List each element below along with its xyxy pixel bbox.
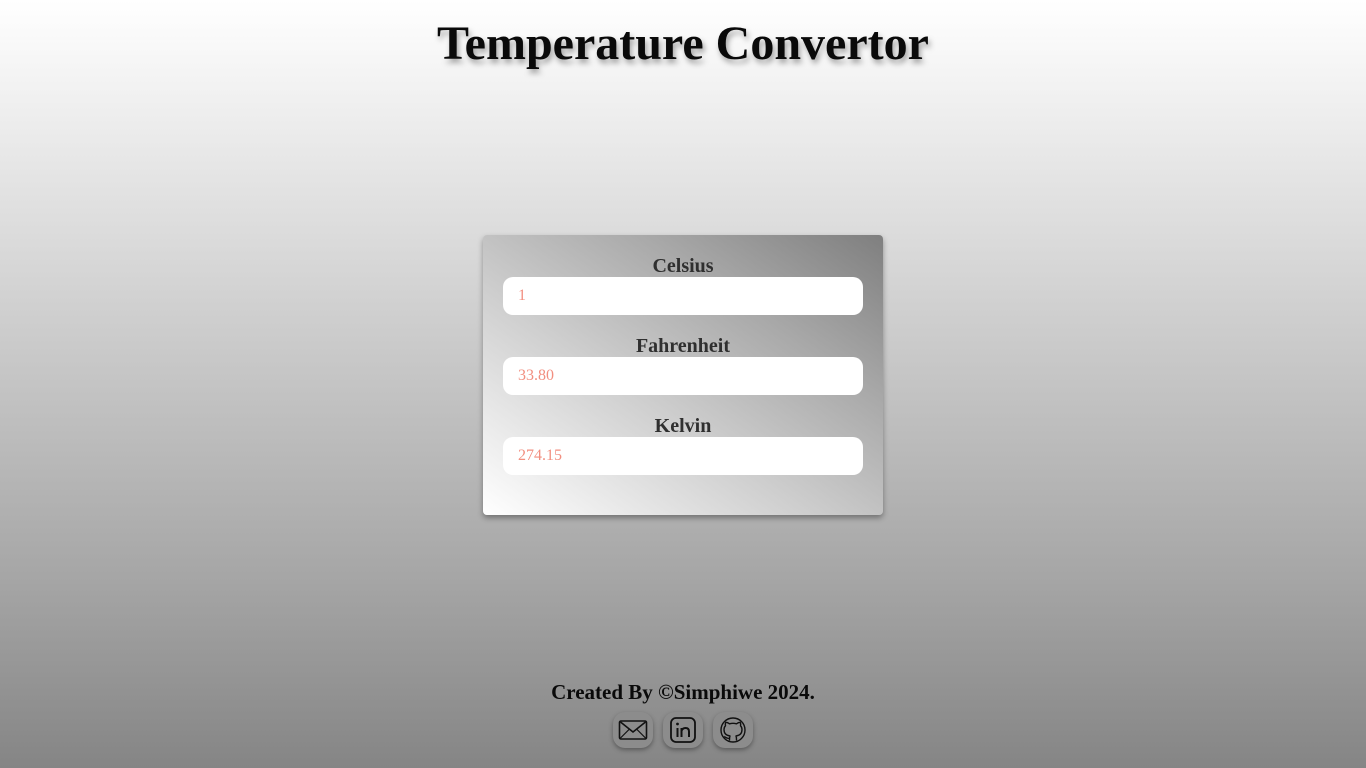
footer-credit: Created By ©Simphiwe 2024. bbox=[551, 680, 815, 704]
fahrenheit-input[interactable] bbox=[503, 357, 863, 395]
github-icon bbox=[719, 716, 747, 744]
celsius-input[interactable] bbox=[503, 277, 863, 315]
kelvin-label: Kelvin bbox=[654, 415, 712, 437]
mail-link[interactable] bbox=[613, 712, 653, 748]
fahrenheit-label: Fahrenheit bbox=[635, 335, 731, 357]
page-title: Temperature Convertor bbox=[437, 17, 929, 70]
celsius-group: Celsius bbox=[503, 255, 863, 315]
kelvin-input[interactable] bbox=[503, 437, 863, 475]
kelvin-group: Kelvin bbox=[503, 415, 863, 475]
celsius-label: Celsius bbox=[652, 255, 714, 277]
social-links bbox=[613, 712, 753, 750]
linkedin-icon bbox=[669, 716, 697, 744]
fahrenheit-group: Fahrenheit bbox=[503, 335, 863, 395]
converter-card: Celsius Fahrenheit Kelvin bbox=[483, 235, 883, 515]
mail-icon bbox=[618, 719, 648, 741]
linkedin-link[interactable] bbox=[663, 712, 703, 748]
github-link[interactable] bbox=[713, 712, 753, 748]
